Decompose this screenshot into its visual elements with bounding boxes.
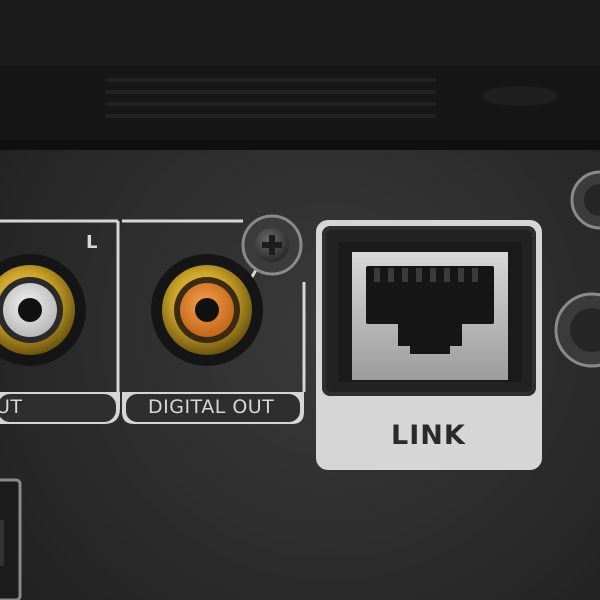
link-label: LINK: [391, 420, 466, 451]
rca-jack-left-white[interactable]: [0, 254, 86, 366]
device-rear-panel: L UT DIGITAL OUT LINK: [0, 0, 600, 600]
bottom-left-connector: [0, 478, 22, 600]
screw-icon: [241, 214, 303, 276]
ethernet-port-icon[interactable]: [338, 242, 522, 382]
screw-icon-right-top: [570, 170, 600, 230]
rca-jack-digital-out[interactable]: [151, 254, 263, 366]
digital-out-label: DIGITAL OUT: [148, 396, 275, 418]
top-chassis: [0, 0, 600, 150]
rear-panel-artwork: [0, 0, 600, 600]
analog-out-label: UT: [0, 396, 23, 418]
channel-l-label: L: [86, 232, 98, 253]
screw-icon-right-bottom: [554, 292, 600, 368]
